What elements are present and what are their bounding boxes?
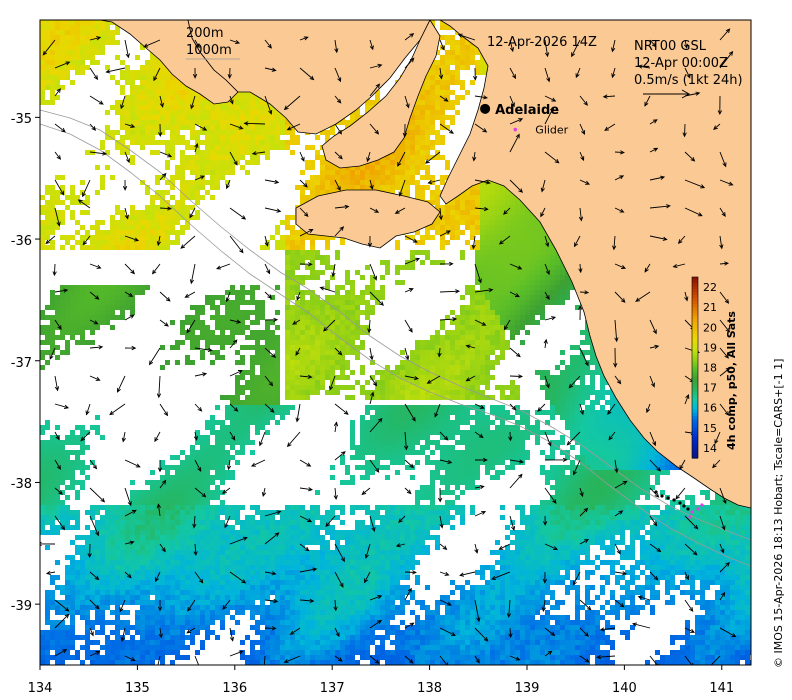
depth-label-200m: 200m [186, 26, 223, 41]
x-tick-label: 140 [612, 681, 637, 696]
x-tick-label: 137 [320, 681, 345, 696]
x-tick-label: 141 [709, 681, 734, 696]
colorbar-tick-label: 20 [703, 321, 717, 334]
sst-map: 134 135 136 137 138 139 140 141 -35 -36 … [11, 19, 785, 696]
y-tick-label: -36 [11, 234, 32, 249]
colorbar-tick-label: 22 [703, 281, 717, 294]
colorbar-title: 4h comp, p50, All Sats [725, 311, 738, 450]
glider-track-point [690, 510, 694, 514]
colorbar-tick-label: 15 [703, 422, 717, 435]
adelaide-marker [480, 103, 491, 114]
glider-track-point [678, 501, 682, 505]
x-tick-label: 135 [125, 681, 150, 696]
glider-track-point [682, 504, 686, 508]
glider-marker-icon [513, 127, 518, 132]
colorbar-tick-label: 17 [703, 382, 717, 395]
colorbar-tick-label: 18 [703, 362, 717, 375]
x-tick-label: 139 [515, 681, 540, 696]
depth-label-1000m: 1000m [186, 43, 232, 58]
glider-label: Glider [535, 124, 568, 137]
y-axis: -35 -36 -37 -38 -39 [11, 112, 40, 614]
current-model-label: NRT00 GSL [634, 39, 707, 54]
colorbar-tick-label: 14 [703, 442, 717, 455]
x-axis: 134 135 136 137 138 139 140 141 [28, 665, 734, 696]
y-tick-label: -38 [11, 477, 32, 492]
city-label-adelaide: Adelaide [495, 103, 559, 118]
y-tick-label: -39 [11, 599, 32, 614]
y-tick-marks [35, 116, 40, 605]
glider-track-point [688, 515, 692, 519]
colorbar-tick-label: 16 [703, 402, 717, 415]
glider-track-point [666, 496, 670, 500]
x-tick-label: 134 [28, 681, 53, 696]
x-tick-label: 136 [222, 681, 247, 696]
glider-track-point [672, 498, 676, 502]
glider-track-point [696, 507, 700, 511]
colorbar-tick-label: 21 [703, 301, 717, 314]
glider-track-point [700, 503, 704, 507]
glider-track-point [686, 507, 690, 511]
y-tick-label: -37 [11, 356, 32, 371]
colorbar-tick-label: 19 [703, 341, 717, 354]
date-label: 12-Apr-2026 14Z [487, 35, 597, 50]
x-tick-marks [39, 665, 723, 670]
y-tick-label: -35 [11, 112, 32, 127]
credit-text: © IMOS 15-Apr-2026 18:13 Hobart; Tscale=… [772, 359, 785, 668]
glider-track-point [654, 490, 658, 494]
x-tick-label: 138 [417, 681, 442, 696]
colorbar-gradient [692, 277, 698, 459]
glider-track-point [660, 494, 664, 498]
current-scale-label: 0.5m/s (1kt 24h) [634, 73, 743, 88]
current-time-label: 12-Apr 00:00Z [634, 56, 728, 71]
colorbar-ticks: 14 15 16 17 18 19 20 21 22 [703, 281, 717, 455]
